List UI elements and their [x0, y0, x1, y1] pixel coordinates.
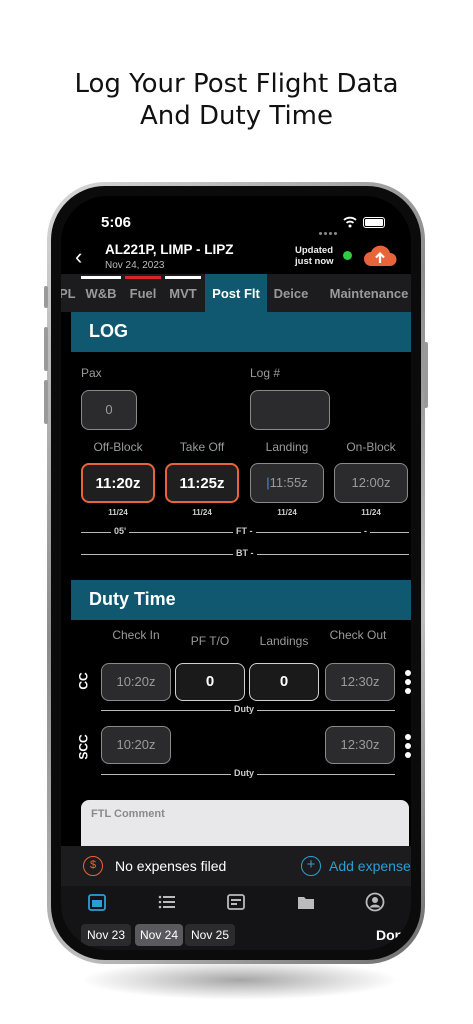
wifi-icon — [343, 216, 357, 228]
landing-value: 11:55z — [269, 475, 308, 490]
takeoff-label: Take Off — [179, 440, 225, 454]
log-number-label: Log # — [250, 366, 281, 380]
flight-time-label: FT - — [233, 526, 256, 536]
scc-row-label: SCC — [76, 734, 91, 760]
onblock-date: 11/24 — [361, 508, 381, 517]
tab-deice[interactable]: Deice — [269, 274, 313, 312]
block-off-duration: 05' — [111, 526, 130, 536]
phone-shadow — [80, 960, 400, 1000]
ftl-comment-label: FTL Comment — [91, 808, 165, 820]
block-on-duration: - — [361, 526, 370, 536]
tab-label: Deice — [273, 286, 309, 301]
cc-more-icon[interactable] — [405, 670, 411, 697]
tab-label: Maintenance — [329, 286, 409, 301]
pax-value: 0 — [105, 402, 113, 417]
tab-label: Fuel — [129, 286, 157, 301]
offblock-date: 11/24 — [108, 508, 128, 517]
document-icon[interactable] — [226, 892, 246, 912]
log-number-input[interactable] — [250, 390, 330, 430]
update-status: Updated just now — [295, 245, 334, 267]
tab-label: MVT — [169, 286, 197, 301]
status-bar: 5:06 — [61, 210, 411, 235]
list-icon[interactable] — [157, 892, 177, 912]
cc-row-label: CC — [76, 672, 91, 690]
offblock-value: 11:20z — [95, 475, 141, 492]
update-status-line-2: just now — [295, 256, 334, 267]
tab-pl[interactable]: PL — [61, 274, 76, 312]
flight-title: AL221P, LIMP - LIPZ — [105, 242, 234, 257]
offblock-time-input[interactable]: 11:20z — [81, 463, 155, 503]
takeoff-time-input[interactable]: 11:25z — [165, 463, 239, 503]
scc-checkout-input[interactable]: 12:30z — [325, 726, 395, 764]
offblock-label: Off-Block — [93, 440, 143, 454]
sync-status-dot — [343, 251, 352, 260]
landing-label: Landing — [265, 440, 309, 454]
header: ‹ AL221P, LIMP - LIPZ Nov 24, 2023 Updat… — [61, 240, 411, 276]
onblock-value: 12:00z — [351, 475, 391, 490]
date-chip[interactable]: Nov 25 — [185, 924, 235, 946]
block-time-label: BT - — [233, 548, 257, 558]
tab-label: PL — [61, 286, 76, 301]
signal-icon — [319, 222, 339, 240]
scc-checkin-input[interactable]: 10:20z — [101, 726, 171, 764]
headline-line-2: And Duty Time — [139, 101, 333, 131]
duty-section-header: Duty Time — [71, 580, 411, 620]
add-expense-button[interactable]: Add expense — [329, 858, 411, 874]
pf-to-label: PF T/O — [190, 634, 230, 648]
tab-label: Post Flt — [212, 286, 260, 301]
bottom-nav: Nov 23 Nov 24 Nov 25 Done — [61, 886, 411, 950]
checkout-label: Check Out — [329, 628, 387, 642]
headline-line-1: Log Your Post Flight Data — [74, 69, 399, 99]
landing-date: 11/24 — [277, 508, 297, 517]
pax-input[interactable]: 0 — [81, 390, 137, 430]
scc-duty-label: Duty — [231, 768, 257, 778]
profile-icon[interactable] — [365, 892, 385, 912]
landing-time-input[interactable]: |11:55z — [250, 463, 324, 503]
tab-mvt[interactable]: MVT — [165, 274, 201, 312]
checkin-label: Check In — [112, 628, 160, 642]
cc-checkout-input[interactable]: 12:30z — [325, 663, 395, 701]
tab-post-flt[interactable]: Post Flt — [205, 274, 267, 312]
cc-landings-input[interactable]: 0 — [249, 663, 319, 701]
cc-duty-label: Duty — [231, 704, 257, 714]
onblock-label: On-Block — [346, 440, 396, 454]
battery-icon — [363, 217, 385, 228]
cc-pfto-input[interactable]: 0 — [175, 663, 245, 701]
cloud-upload-icon[interactable] — [363, 243, 397, 269]
takeoff-date: 11/24 — [192, 508, 212, 517]
log-section-header: LOG — [71, 312, 411, 352]
onblock-time-input[interactable]: 12:00z — [334, 463, 408, 503]
takeoff-value: 11:25z — [179, 475, 225, 492]
calendar-icon[interactable] — [87, 892, 107, 912]
expense-bar: $ No expenses filed + Add expense — [61, 846, 411, 886]
tab-wb[interactable]: W&B — [81, 274, 121, 312]
date-picker-bar: Nov 23 Nov 24 Nov 25 Done — [81, 924, 411, 950]
dollar-icon: $ — [83, 856, 103, 876]
add-icon[interactable]: + — [301, 856, 321, 876]
done-button[interactable]: Done — [376, 927, 411, 943]
headline: Log Your Post Flight Data And Duty Time — [0, 68, 473, 132]
cc-checkin-input[interactable]: 10:20z — [101, 663, 171, 701]
log-title: LOG — [89, 321, 128, 341]
app-screen: 5:06 ‹ AL221P, LIMP - LIPZ Nov 24, 2023 … — [61, 196, 411, 950]
date-chip[interactable]: Nov 23 — [81, 924, 131, 946]
flight-date: Nov 24, 2023 — [105, 260, 165, 271]
pax-label: Pax — [81, 366, 102, 380]
landings-label: Landings — [259, 634, 309, 648]
tab-fuel[interactable]: Fuel — [125, 274, 161, 312]
scc-more-icon[interactable] — [405, 734, 411, 761]
back-chevron-icon[interactable]: ‹ — [75, 244, 82, 270]
tab-label: W&B — [85, 286, 117, 301]
tab-maintenance[interactable]: Maintenance — [319, 274, 411, 312]
date-chip-selected[interactable]: Nov 24 — [135, 924, 183, 946]
phone-frame: 5:06 ‹ AL221P, LIMP - LIPZ Nov 24, 2023 … — [44, 182, 428, 964]
clock: 5:06 — [101, 214, 132, 231]
update-status-line-1: Updated — [295, 245, 333, 256]
folder-icon[interactable] — [296, 892, 316, 912]
expense-status: No expenses filed — [115, 858, 227, 874]
duty-title: Duty Time — [89, 589, 176, 609]
tab-bar: PL W&B Fuel MVT Post Flt Deice Maintenan… — [61, 274, 411, 312]
